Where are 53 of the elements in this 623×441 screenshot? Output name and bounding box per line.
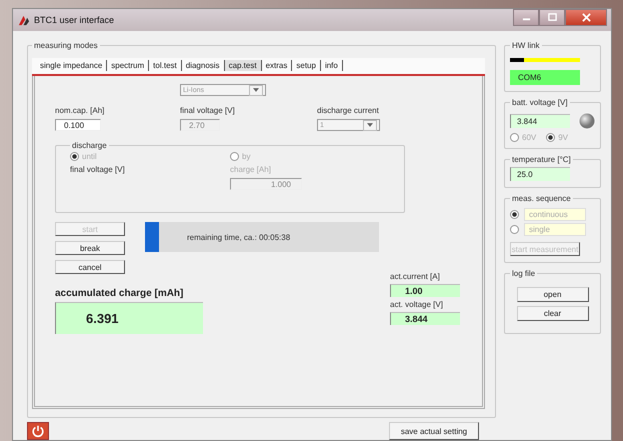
field-label: act. voltage [V] [390,300,444,309]
log-file-button[interactable]: open [516,287,588,302]
group-title: measuring modes [33,41,99,50]
logo-icon [17,14,30,26]
power-button[interactable] [27,422,49,440]
save-settings-button[interactable]: save actual setting [389,422,479,440]
power-icon [31,424,45,438]
status-led-icon [579,113,595,129]
action-button[interactable]: cancel [55,260,125,274]
group-title: batt. voltage [V] [511,98,569,107]
radio-label: by [242,152,250,161]
accumulated-charge-label: accumulated charge [mAh] [55,288,184,299]
port-display: COM6 [510,70,580,85]
radio-label: continuous [524,208,586,221]
close-button[interactable] [565,9,607,26]
group-title: discharge [71,141,108,150]
tab[interactable]: info [320,60,343,71]
tab[interactable]: single impedance [36,60,108,71]
option-label: charge [Ah] [230,165,272,174]
caret-icon [253,88,259,92]
voltage-display: 3.844 [390,312,460,325]
action-button[interactable]: break [55,241,125,255]
remaining-time-text: remaining time, ca.: 00:05:38 [187,232,290,242]
voltage-display: 3.844 [510,114,570,128]
tab[interactable]: extras [262,60,292,71]
minimize-button[interactable] [513,9,539,26]
field-label: act.current [A] [390,272,441,281]
group-title: log file [511,269,536,278]
tab[interactable]: cap.test [224,60,262,71]
close-icon [582,13,590,22]
radio-label: until [82,152,97,161]
maximize-icon [548,13,556,22]
caret-icon [367,123,373,127]
field-label: final voltage [V] [180,106,236,115]
window-title: BTC1 user interface [34,15,114,25]
nom-cap-field[interactable]: 0.100 [55,119,101,131]
radio-label: 9V [558,133,568,142]
log-file-button[interactable]: clear [516,306,588,321]
group-title: meas. sequence [511,194,572,203]
field-label: discharge current [317,106,380,115]
field-label: nom.cap. [Ah] [55,106,106,115]
current-display: 1.00 [390,284,460,297]
accumulated-charge-display: 6.391 [55,302,203,334]
group-title: HW link [511,41,541,50]
temperature-display: 25.0 [510,167,570,181]
tab[interactable]: tol.test [149,60,182,71]
maximize-button[interactable] [539,9,565,26]
group-title: temperature [°C] [511,155,572,164]
option-label: final voltage [V] [70,165,126,174]
radio-label: 60V [522,133,536,142]
radio-label: single [524,223,586,236]
tab[interactable]: setup [292,60,321,71]
tab[interactable]: spectrum [107,60,150,71]
